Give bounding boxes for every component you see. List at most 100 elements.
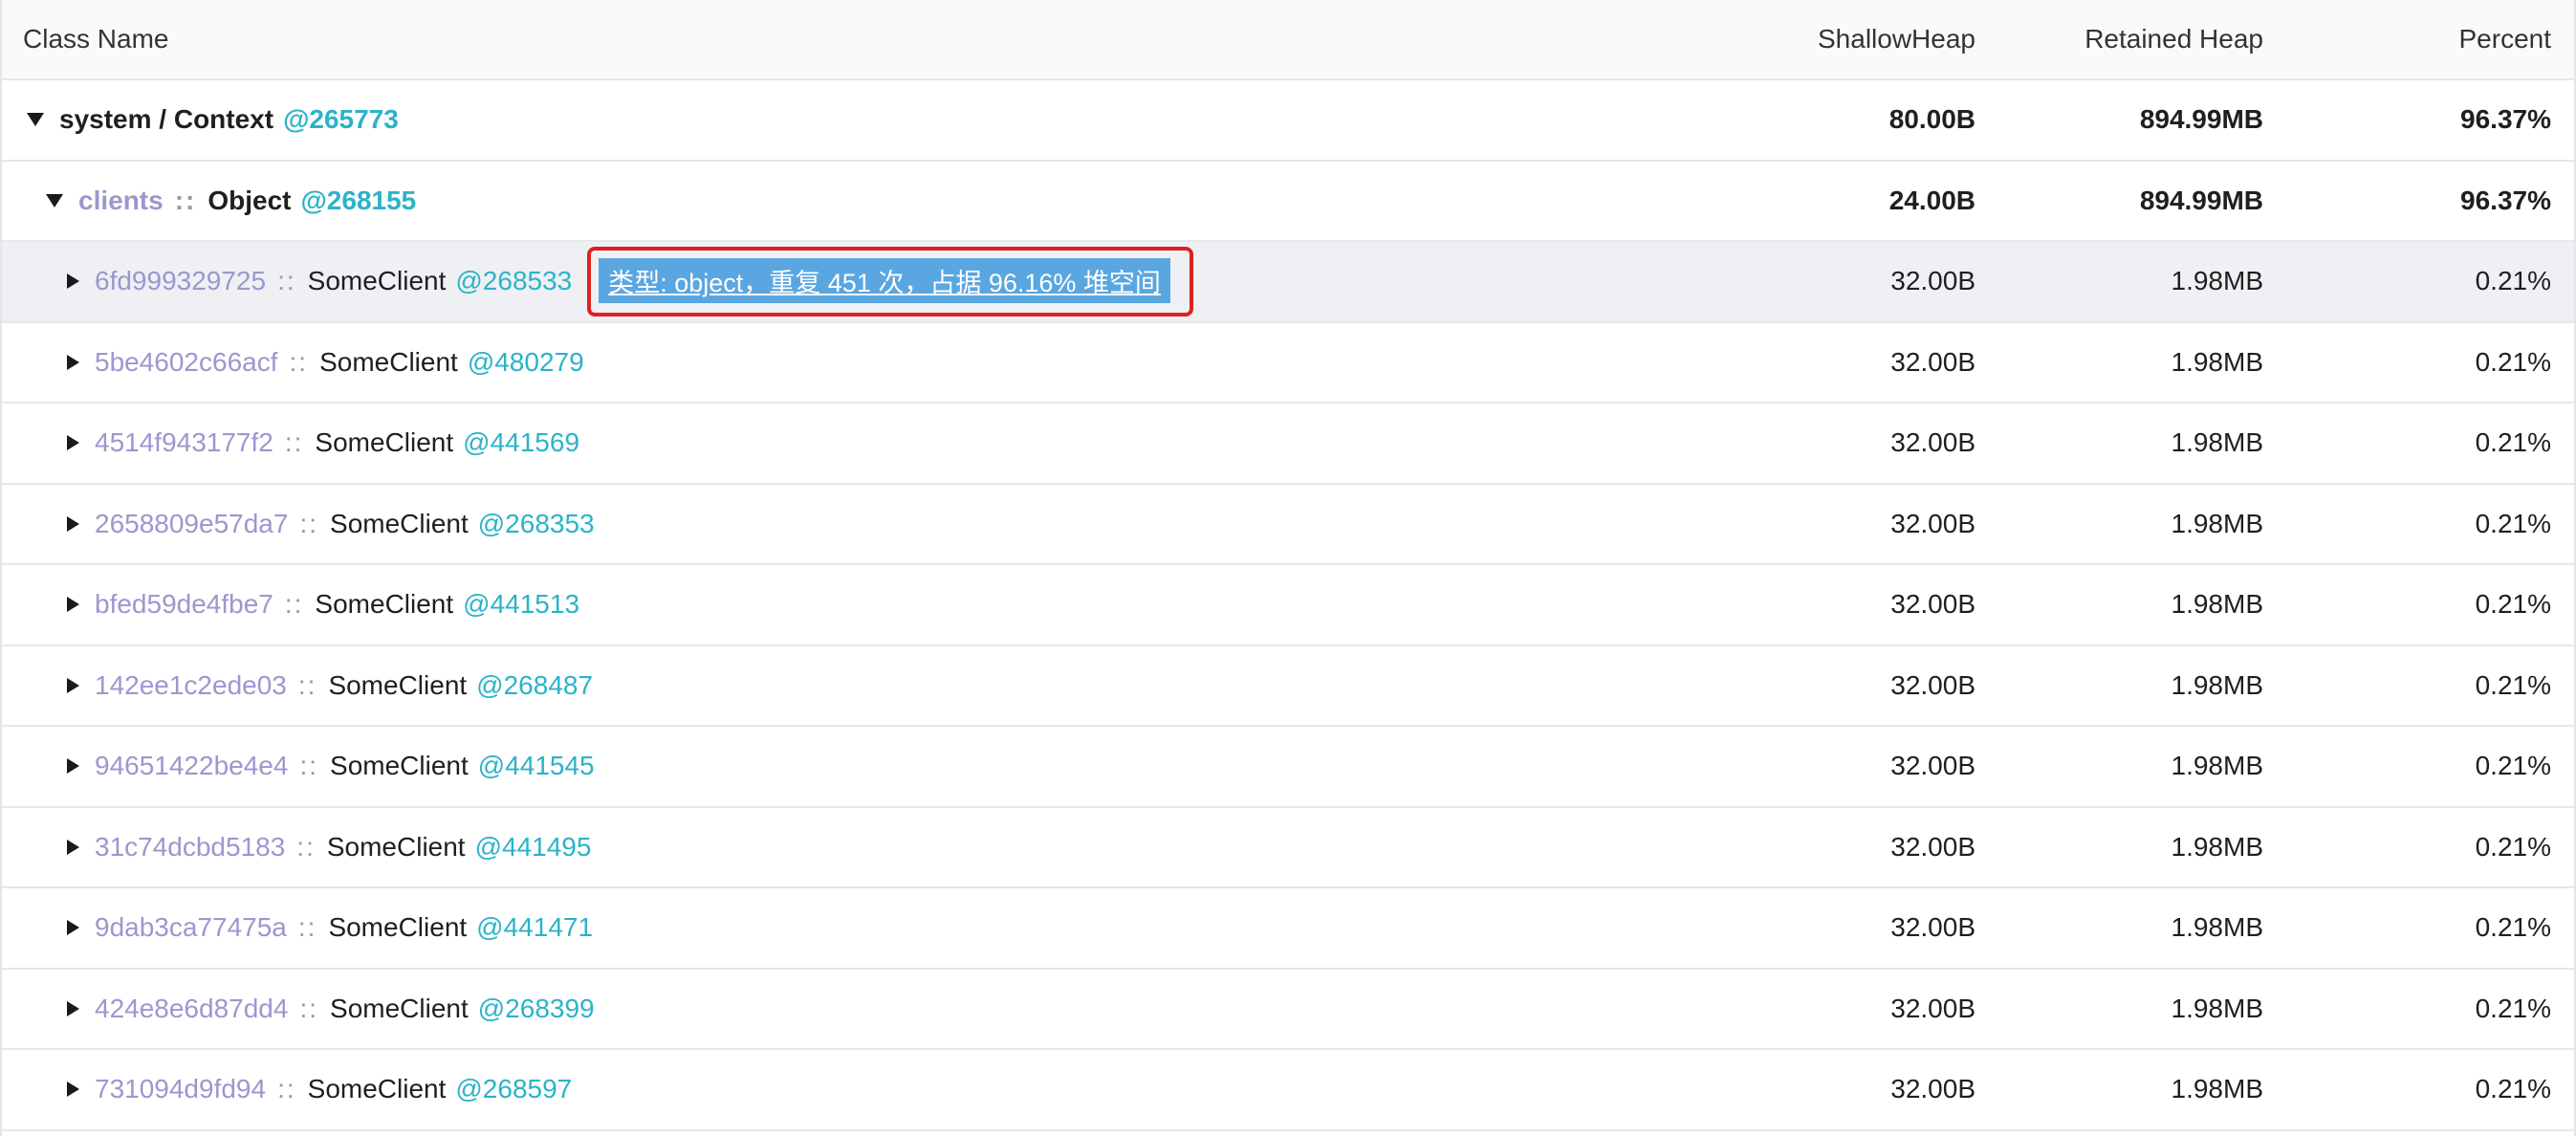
shallow-heap-value: 32.00B xyxy=(1890,266,1976,296)
column-header-shallow-heap[interactable]: ShallowHeap xyxy=(1818,0,1976,78)
row-name: 6fd999329725 :: SomeClient @268533 类型: o… xyxy=(67,242,1193,321)
key-separator: :: xyxy=(174,185,197,215)
tree-row-client[interactable]: 2658809e57da7 :: SomeClient @268353 32.0… xyxy=(2,485,2574,565)
object-address[interactable]: @268155 xyxy=(301,186,417,216)
shallow-heap-value: 32.00B xyxy=(1890,993,1976,1023)
highlight-box: 类型: object，重复 451 次，占据 96.16% 堆空间 xyxy=(587,246,1193,317)
percent-value: 96.37% xyxy=(2460,185,2551,215)
caret-right-icon[interactable] xyxy=(67,273,79,290)
retained-heap-value: 1.98MB xyxy=(2171,589,2264,620)
caret-down-icon[interactable] xyxy=(27,113,44,127)
object-address[interactable]: @441471 xyxy=(476,912,593,943)
shallow-heap-value: 32.00B xyxy=(1890,831,1976,862)
object-type: SomeClient xyxy=(319,346,458,377)
row-name: clients :: Object @268155 xyxy=(46,162,416,241)
row-name: system / Context @265773 xyxy=(27,80,399,160)
key-separator: :: xyxy=(299,993,319,1023)
property-key: bfed59de4fbe7 xyxy=(95,589,273,620)
retained-heap-value: 1.98MB xyxy=(2171,831,2264,862)
tree-row-client[interactable]: 31c74dcbd5183 :: SomeClient @441495 32.0… xyxy=(2,808,2574,888)
tree-row-root[interactable]: system / Context @265773 80.00B 894.99MB… xyxy=(2,80,2574,162)
column-header-percent[interactable]: Percent xyxy=(2459,0,2552,78)
retained-heap-value: 1.98MB xyxy=(2171,993,2264,1023)
property-key: 31c74dcbd5183 xyxy=(95,831,286,862)
percent-value: 0.21% xyxy=(2475,508,2551,538)
caret-right-icon[interactable] xyxy=(67,839,79,855)
caret-right-icon[interactable] xyxy=(67,515,79,532)
tree-row-client[interactable]: bfed59de4fbe7 :: SomeClient @441513 32.0… xyxy=(2,565,2574,646)
object-type: SomeClient xyxy=(315,589,454,620)
percent-value: 0.21% xyxy=(2475,427,2551,458)
percent-value: 0.21% xyxy=(2475,993,2551,1023)
caret-right-icon[interactable] xyxy=(67,597,79,613)
object-type: SomeClient xyxy=(330,993,469,1023)
caret-right-icon[interactable] xyxy=(67,920,79,936)
shallow-heap-value: 32.00B xyxy=(1890,751,1976,781)
object-address[interactable]: @268399 xyxy=(478,994,595,1024)
column-header-class-name[interactable]: Class Name xyxy=(23,0,168,78)
shallow-heap-value: 32.00B xyxy=(1890,589,1976,620)
object-type: SomeClient xyxy=(315,427,454,458)
root-label: system / Context xyxy=(59,104,274,135)
caret-right-icon[interactable] xyxy=(67,677,79,693)
percent-value: 0.21% xyxy=(2475,751,2551,781)
row-name: 9dab3ca77475a :: SomeClient @441471 xyxy=(67,888,593,968)
object-address[interactable]: @441513 xyxy=(463,589,579,620)
tree-row-client[interactable]: 6fd999329725 :: SomeClient @268533 类型: o… xyxy=(2,242,2574,323)
table-header: Class Name ShallowHeap Retained Heap Per… xyxy=(2,0,2574,80)
key-separator: :: xyxy=(299,751,319,781)
property-key: 5be4602c66acf xyxy=(95,346,278,377)
key-separator: :: xyxy=(284,427,304,458)
object-address[interactable]: @480279 xyxy=(468,347,584,378)
retained-heap-value: 1.98MB xyxy=(2171,266,2264,296)
object-address[interactable]: @441495 xyxy=(475,832,592,863)
object-address[interactable]: @268597 xyxy=(455,1074,572,1104)
shallow-heap-value: 24.00B xyxy=(1888,185,1976,215)
property-key: 9dab3ca77475a xyxy=(95,912,287,943)
property-key: clients xyxy=(78,185,164,215)
key-separator: :: xyxy=(277,1074,296,1104)
property-key: 94651422be4e4 xyxy=(95,751,289,781)
property-key: 6fd999329725 xyxy=(95,266,267,296)
row-name: 424e8e6d87dd4 :: SomeClient @268399 xyxy=(67,970,595,1049)
tree-row-client[interactable]: 424e8e6d87dd4 :: SomeClient @268399 32.0… xyxy=(2,970,2574,1050)
object-address[interactable]: @441545 xyxy=(478,751,595,781)
retained-heap-value: 1.98MB xyxy=(2171,346,2264,377)
root-address[interactable]: @265773 xyxy=(283,104,399,135)
caret-right-icon[interactable] xyxy=(67,435,79,451)
object-address[interactable]: @268487 xyxy=(476,670,593,701)
shallow-heap-value: 32.00B xyxy=(1890,508,1976,538)
retained-heap-value: 894.99MB xyxy=(2139,185,2263,215)
caret-down-icon[interactable] xyxy=(46,193,63,208)
object-type: SomeClient xyxy=(328,669,468,700)
tree-row-client[interactable]: 5be4602c66acf :: SomeClient @480279 32.0… xyxy=(2,323,2574,404)
tree-row-client[interactable]: 9dab3ca77475a :: SomeClient @441471 32.0… xyxy=(2,888,2574,970)
object-address[interactable]: @441569 xyxy=(463,427,579,458)
object-type: SomeClient xyxy=(307,266,447,296)
retained-heap-value: 1.98MB xyxy=(2171,427,2264,458)
property-key: 424e8e6d87dd4 xyxy=(95,993,289,1023)
tree-row-client[interactable]: 142ee1c2ede03 :: SomeClient @268487 32.0… xyxy=(2,646,2574,727)
object-address[interactable]: @268353 xyxy=(478,509,595,539)
tree-row-client[interactable]: 4514f943177f2 :: SomeClient @441569 32.0… xyxy=(2,404,2574,485)
retained-heap-value: 1.98MB xyxy=(2171,508,2264,538)
object-type: Object xyxy=(207,185,292,215)
tree-row-client[interactable]: 731094d9fd94 :: SomeClient @268597 32.00… xyxy=(2,1050,2574,1131)
key-separator: :: xyxy=(296,831,316,862)
retained-heap-value: 894.99MB xyxy=(2139,104,2263,135)
percent-value: 0.21% xyxy=(2475,831,2551,862)
caret-right-icon[interactable] xyxy=(67,354,79,370)
tree-row-client[interactable]: 94651422be4e4 :: SomeClient @441545 32.0… xyxy=(2,727,2574,808)
caret-right-icon[interactable] xyxy=(67,758,79,775)
object-type: SomeClient xyxy=(307,1074,447,1104)
object-address[interactable]: @268533 xyxy=(455,266,572,296)
percent-value: 0.21% xyxy=(2475,266,2551,296)
percent-value: 96.37% xyxy=(2460,104,2551,135)
column-header-retained-heap[interactable]: Retained Heap xyxy=(2085,0,2263,78)
property-key: 2658809e57da7 xyxy=(95,508,289,538)
caret-right-icon[interactable] xyxy=(67,1081,79,1098)
tree-row-clients[interactable]: clients :: Object @268155 24.00B 894.99M… xyxy=(2,162,2574,242)
caret-right-icon[interactable] xyxy=(67,1000,79,1016)
object-type: SomeClient xyxy=(328,912,468,943)
row-name: 31c74dcbd5183 :: SomeClient @441495 xyxy=(67,808,591,887)
